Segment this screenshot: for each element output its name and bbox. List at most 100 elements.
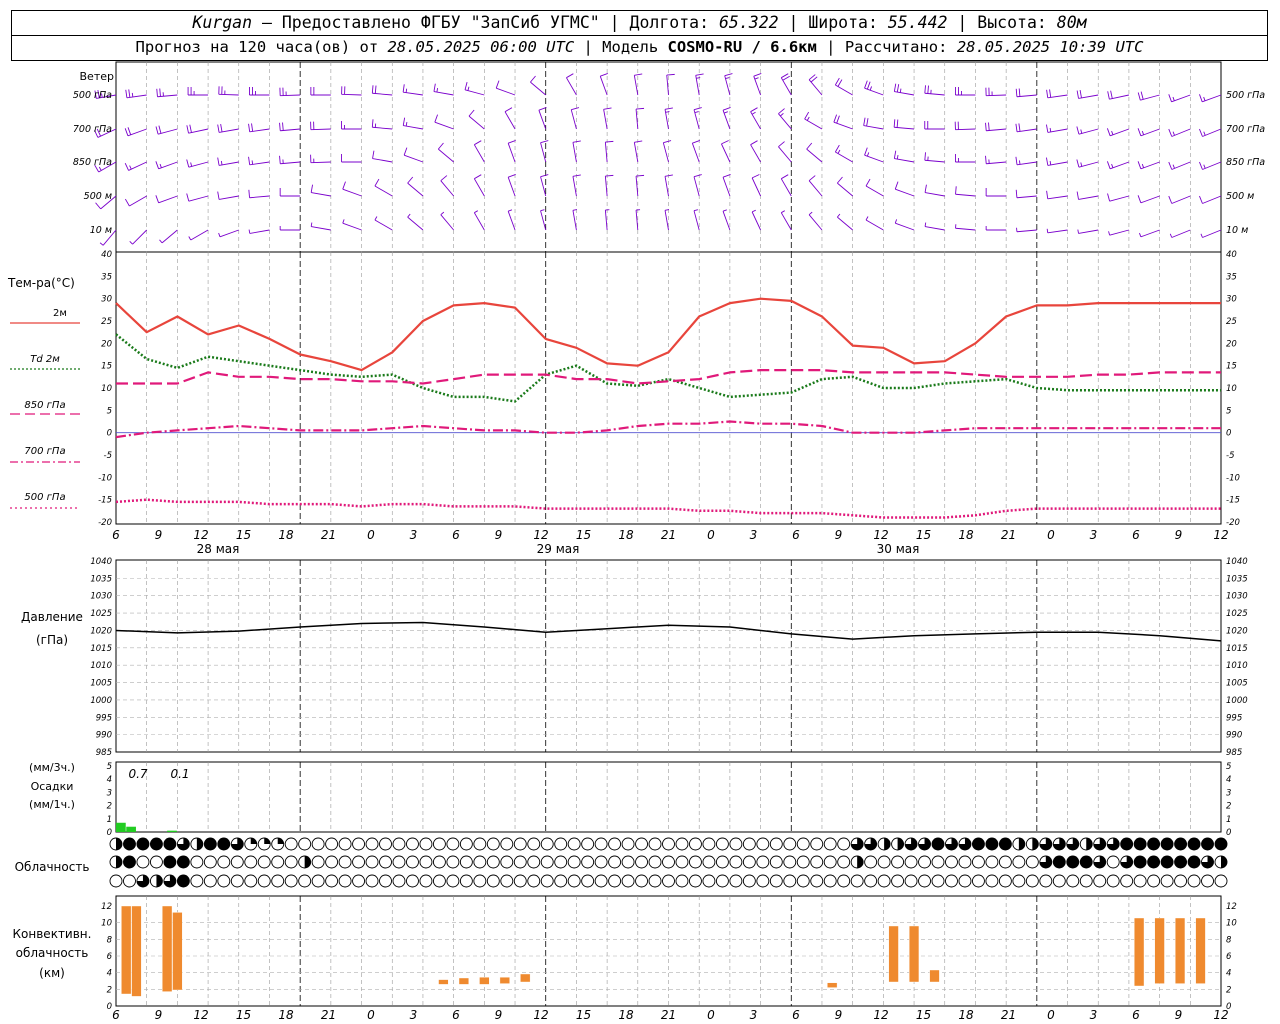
wind-barb-feather [433,83,436,92]
legend-700: 700 гПа [24,446,65,457]
cloud-symbol [352,874,366,888]
wind-barb-feather [159,88,161,97]
wind-barb [664,107,673,130]
cloud-symbol [298,874,312,888]
wind-barb [1137,195,1160,204]
wind-barb [780,210,792,231]
wind-barb [1108,229,1130,236]
wind-barb-feather [1049,89,1052,98]
cloud-symbol [352,855,366,869]
cloud-symbol [406,837,419,851]
cloud-circle [662,855,675,869]
wind-barb-feather [834,77,840,86]
cloud-circle [621,837,635,851]
wind-barb-feather [894,181,899,190]
cloud-symbol [945,855,958,869]
cloud-symbol [756,855,770,869]
cloud-symbol [877,874,891,888]
wind-barb-staff [161,229,178,244]
convective-bar [131,905,142,997]
cloud-symbol [338,855,352,869]
wind-barb-feather [663,140,672,144]
wind-barb-feather [837,176,843,184]
wind-barb-feather [374,178,380,187]
x-tick-label: 15 [236,528,251,542]
wind-level-label: 700 гПа [73,124,112,135]
wind-barb [507,140,516,163]
y-tick-label: 1000 [90,696,112,706]
wind-barb-staff [566,77,577,96]
cloud-symbol [864,874,878,888]
y-tick-label: 1030 [1226,592,1248,602]
date-label-3: 30 мая [877,542,920,556]
wind-barb-staff [751,211,761,231]
wind-barb-feather [251,160,254,165]
cloud-circle [284,855,298,869]
cloud-circle [891,874,905,888]
cloud-symbol [473,837,487,851]
y-tick-label: 1040 [1226,557,1248,567]
x-tick-label: 9 [835,528,843,542]
wind-barb-staff [604,142,608,163]
x-tick-label: 3 [750,528,758,542]
cloud-symbol [217,837,231,851]
wind-barb-staff [540,142,547,163]
y-tick-label: 12 [101,902,112,912]
wind-barb [473,140,485,163]
wind-barb [693,107,702,130]
wind-barb-feather [836,115,840,124]
wind-barb-feather [893,150,897,159]
x-tick-label: 15 [236,1008,251,1022]
wind-barb-staff [864,87,884,96]
wind-barb-staff [504,111,516,130]
cloud-symbol [796,874,810,888]
wind-barb-feather [159,239,163,244]
cloud-symbol [998,874,1012,888]
wind-barb [834,77,853,96]
convective-bar [121,905,132,995]
legend-500: 500 гПа [24,492,65,503]
cloud-symbol [1079,855,1093,869]
cloud-circle [621,874,635,888]
wind-barb-feather [372,150,375,159]
cloud-circle [203,855,217,869]
wind-barb-feather [1169,233,1173,238]
y-tick-label: 30 [101,295,112,305]
cloud-symbol [446,874,460,888]
cloud-symbol [891,837,905,851]
wind-barb [530,75,547,96]
cloud-symbol [1012,874,1026,888]
precip-bar [167,830,177,832]
wind-barb-staff [540,210,547,231]
cloud-circle [864,855,878,869]
wind-barb-feather [342,219,345,224]
cloud-symbol [271,855,285,869]
wind-barb-feather [189,124,192,133]
wind-barb [864,80,884,96]
cloud-symbol [217,874,231,888]
wind-barb-feather [129,240,133,245]
cloud-fill [999,838,1012,850]
wind-barb [924,121,945,130]
precip-total-2: 0.1 [170,767,189,781]
cloud-circle [540,855,554,869]
cloud-title: Облачность [15,860,90,874]
y-tick-label: 2 [107,985,112,995]
wind-barb [750,140,761,163]
temp-title: Тем-ра(°C) [7,276,75,290]
cloud-symbol [769,855,783,869]
wind-barb [1076,191,1099,200]
cloud-symbol [271,837,285,851]
wind-barb [402,117,424,130]
x-tick-label: 12 [533,528,548,542]
wind-barb-feather [1018,160,1021,165]
cloud-circle [190,855,204,869]
cloud-symbol [581,855,595,869]
x-tick-label: 18 [618,1008,634,1022]
y-tick-label: -15 [98,496,112,506]
cloud-symbol [635,837,648,851]
wind-barb [1015,123,1037,133]
y-tick-label: -5 [1226,451,1234,461]
wind-barb [248,189,270,199]
cloud-circle [635,837,648,851]
